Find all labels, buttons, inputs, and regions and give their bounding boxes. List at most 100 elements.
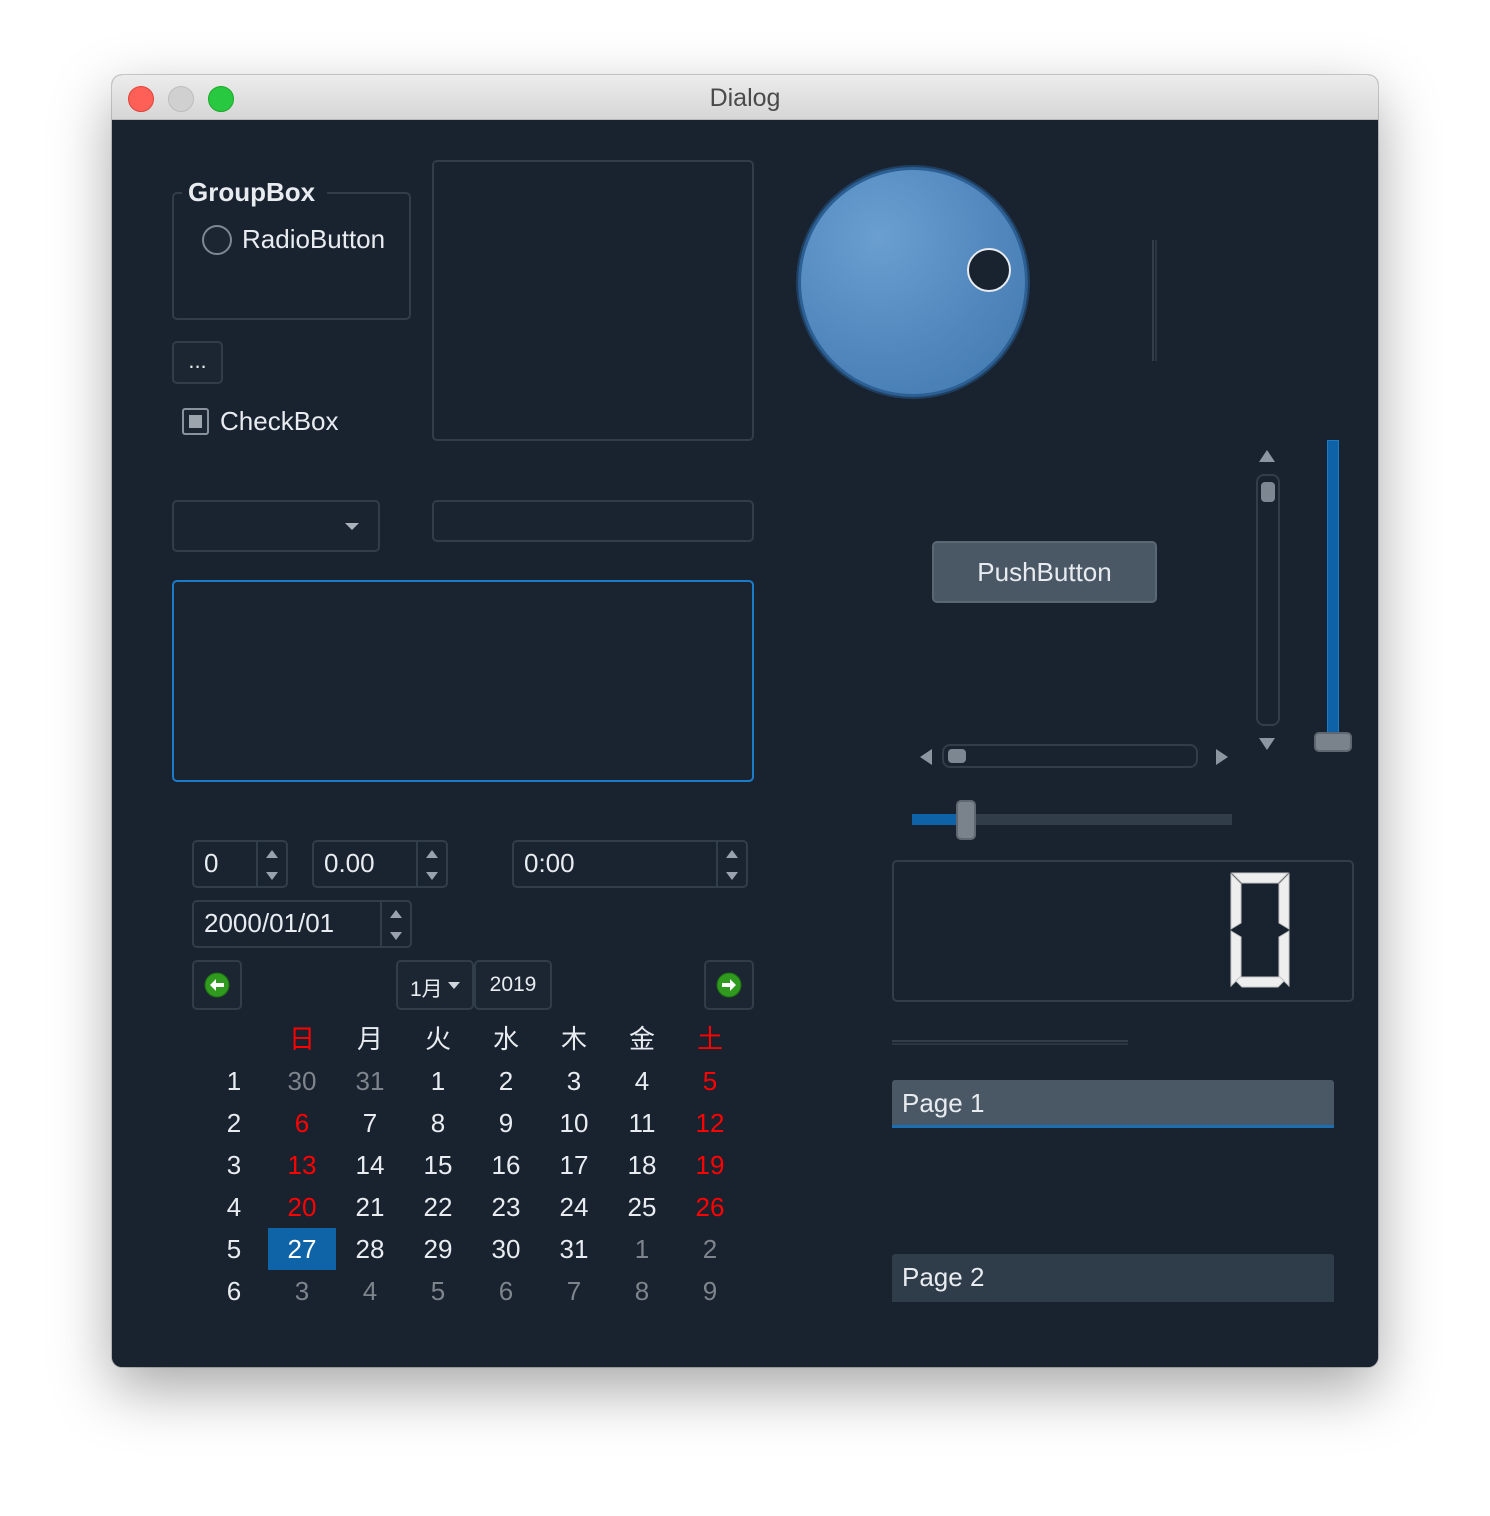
- scroll-right-icon[interactable]: [1216, 749, 1228, 765]
- calendar-year-button[interactable]: 2019: [474, 960, 552, 1010]
- horizontal-slider[interactable]: [912, 800, 1232, 840]
- toolbox-tab-page-1[interactable]: Page 1: [892, 1080, 1334, 1128]
- calendar-day-cell[interactable]: 9: [676, 1270, 744, 1312]
- dial-handle[interactable]: [967, 248, 1011, 292]
- calendar-day-cell[interactable]: 21: [336, 1186, 404, 1228]
- vertical-scrollbar-handle[interactable]: [1261, 482, 1275, 502]
- lcd-number: 0: [892, 860, 1354, 1002]
- calendar-day-cell[interactable]: 9: [472, 1102, 540, 1144]
- calendar-day-cell[interactable]: 3: [268, 1270, 336, 1312]
- calendar-day-cell[interactable]: 4: [608, 1060, 676, 1102]
- spin-down-icon[interactable]: [266, 872, 278, 880]
- calendar-day-cell[interactable]: 26: [676, 1186, 744, 1228]
- calendar-day-cell[interactable]: 28: [336, 1228, 404, 1270]
- radio-button-label: RadioButton: [242, 224, 386, 254]
- calendar-day-cell[interactable]: 29: [404, 1228, 472, 1270]
- scroll-down-icon[interactable]: [1259, 738, 1275, 750]
- toolbox-tab-page-2[interactable]: Page 2: [892, 1254, 1334, 1302]
- calendar-day-cell[interactable]: 16: [472, 1144, 540, 1186]
- vertical-scrollbar[interactable]: [1252, 446, 1284, 756]
- scroll-up-icon[interactable]: [1259, 450, 1275, 462]
- time-edit-arrows[interactable]: [716, 842, 746, 886]
- calendar-month-button[interactable]: 1月: [396, 960, 474, 1010]
- calendar-day-cell[interactable]: 17: [540, 1144, 608, 1186]
- text-edit[interactable]: [172, 580, 754, 782]
- calendar-day-cell[interactable]: 2: [676, 1228, 744, 1270]
- spin-box-arrows[interactable]: [256, 842, 286, 886]
- calendar-day-cell[interactable]: 30: [472, 1228, 540, 1270]
- double-spin-box-arrows[interactable]: [416, 842, 446, 886]
- radio-button[interactable]: RadioButton: [200, 222, 400, 258]
- line-edit[interactable]: [432, 500, 754, 542]
- calendar-day-cell[interactable]: 11: [608, 1102, 676, 1144]
- spin-up-icon[interactable]: [266, 850, 278, 858]
- calendar-day-cell[interactable]: 14: [336, 1144, 404, 1186]
- checkbox-label: CheckBox: [220, 406, 339, 436]
- calendar-day-cell[interactable]: 8: [404, 1102, 472, 1144]
- spin-up-icon[interactable]: [426, 850, 438, 858]
- spin-down-icon[interactable]: [426, 872, 438, 880]
- calendar-day-cell[interactable]: 7: [540, 1270, 608, 1312]
- calendar-day-cell[interactable]: 13: [268, 1144, 336, 1186]
- calendar-day-cell[interactable]: 1: [404, 1060, 472, 1102]
- calendar-day-cell[interactable]: 20: [268, 1186, 336, 1228]
- calendar-day-cell[interactable]: 25: [608, 1186, 676, 1228]
- dial[interactable]: [798, 167, 1028, 397]
- time-edit[interactable]: 0:00: [512, 840, 748, 888]
- calendar-day-cell[interactable]: 31: [336, 1060, 404, 1102]
- tool-button[interactable]: ...: [172, 341, 223, 384]
- calendar-day-cell[interactable]: 2: [472, 1060, 540, 1102]
- calendar-day-cell[interactable]: 19: [676, 1144, 744, 1186]
- green-right-arrow-icon: [716, 972, 742, 998]
- calendar-day-cell[interactable]: 6: [268, 1102, 336, 1144]
- calendar-day-cell[interactable]: 5: [404, 1270, 472, 1312]
- chevron-down-icon: [448, 982, 460, 989]
- calendar-day-cell[interactable]: 23: [472, 1186, 540, 1228]
- calendar-day-cell[interactable]: 3: [540, 1060, 608, 1102]
- spin-up-icon[interactable]: [390, 910, 402, 918]
- spin-down-icon[interactable]: [390, 932, 402, 940]
- vertical-slider-handle[interactable]: [1314, 732, 1352, 752]
- vertical-slider[interactable]: [1312, 440, 1356, 760]
- combo-box[interactable]: [172, 500, 380, 552]
- calendar-day-cell[interactable]: 1: [608, 1228, 676, 1270]
- horizontal-scrollbar-handle[interactable]: [948, 749, 966, 763]
- calendar-week-number: 4: [226, 1192, 242, 1222]
- push-button[interactable]: PushButton: [932, 541, 1157, 603]
- date-edit[interactable]: 2000/01/01: [192, 900, 412, 948]
- horizontal-scrollbar[interactable]: [916, 742, 1246, 770]
- calendar-day-cell[interactable]: 5: [676, 1060, 744, 1102]
- spin-box[interactable]: 0: [192, 840, 288, 888]
- calendar-next-button[interactable]: [704, 960, 754, 1010]
- calendar-day-cell[interactable]: 30: [268, 1060, 336, 1102]
- calendar-day-cell[interactable]: 18: [608, 1144, 676, 1186]
- calendar-day-cell[interactable]: 31: [540, 1228, 608, 1270]
- calendar-week-number: 3: [226, 1150, 242, 1180]
- spin-down-icon[interactable]: [726, 872, 738, 880]
- calendar-weekday-header: 金: [628, 1024, 655, 1054]
- date-edit-value: 2000/01/01: [204, 908, 335, 938]
- calendar-day-cell[interactable]: 8: [608, 1270, 676, 1312]
- double-spin-box[interactable]: 0.00: [312, 840, 448, 888]
- double-spin-box-value: 0.00: [324, 848, 375, 878]
- spin-up-icon[interactable]: [726, 850, 738, 858]
- calendar-prev-button[interactable]: [192, 960, 242, 1010]
- horizontal-line: [892, 1040, 1128, 1045]
- checkbox[interactable]: CheckBox: [180, 404, 400, 440]
- calendar-day-cell[interactable]: 7: [336, 1102, 404, 1144]
- calendar-day-cell[interactable]: 10: [540, 1102, 608, 1144]
- vertical-scrollbar-track[interactable]: [1256, 474, 1280, 726]
- scroll-left-icon[interactable]: [920, 749, 932, 765]
- horizontal-scrollbar-track[interactable]: [942, 744, 1198, 768]
- dialog-content: GroupBox RadioButton ... CheckBox 0 0.00…: [112, 120, 1378, 1367]
- calendar-week-number: 2: [226, 1108, 242, 1138]
- calendar-day-cell[interactable]: 22: [404, 1186, 472, 1228]
- calendar-day-cell[interactable]: 12: [676, 1102, 744, 1144]
- calendar-day-cell[interactable]: 4: [336, 1270, 404, 1312]
- calendar-day-cell[interactable]: 24: [540, 1186, 608, 1228]
- calendar-day-cell[interactable]: 27: [268, 1228, 336, 1270]
- date-edit-arrows[interactable]: [380, 902, 410, 946]
- horizontal-slider-handle[interactable]: [956, 800, 976, 840]
- calendar-day-cell[interactable]: 15: [404, 1144, 472, 1186]
- calendar-day-cell[interactable]: 6: [472, 1270, 540, 1312]
